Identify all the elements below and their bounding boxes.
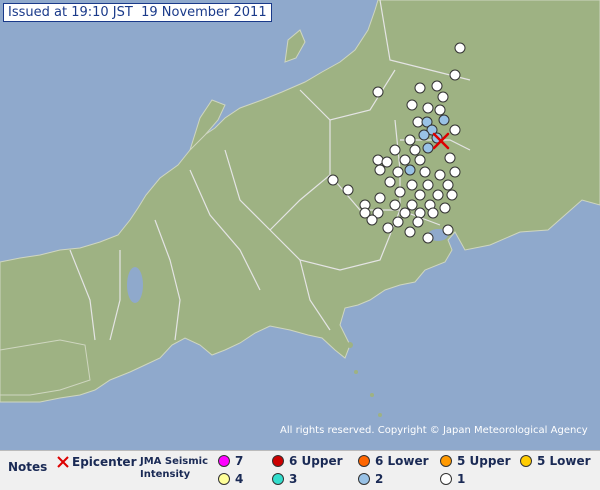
- issued-timestamp: Issued at 19:10 JST 19 November 2011: [3, 3, 272, 22]
- legend-label-5: 5 Lower: [537, 454, 591, 468]
- legend-swatch-2: [272, 455, 284, 467]
- legend-label-7: 3: [289, 472, 298, 486]
- legend-swatch-7: [272, 473, 284, 485]
- legend-label-4: 5 Upper: [457, 454, 511, 468]
- epicenter-icon: [57, 456, 69, 468]
- legend-swatch-4: [440, 455, 452, 467]
- legend-swatch-3: [358, 455, 370, 467]
- intensity-title-line2: Intensity: [140, 469, 191, 480]
- legend-swatch-8: [358, 473, 370, 485]
- legend-swatch-9: [440, 473, 452, 485]
- legend-swatch-6: [218, 473, 230, 485]
- legend-label-2: 6 Upper: [289, 454, 343, 468]
- intensity-title-line1: JMA Seismic: [140, 456, 209, 467]
- epicenter-label: Epicenter: [72, 455, 137, 469]
- legend-label-3: 6 Lower: [375, 454, 429, 468]
- legend-swatch-5: [520, 455, 532, 467]
- notes-label: Notes: [8, 460, 48, 474]
- legend-label-8: 2: [375, 472, 384, 486]
- legend-swatch-1: [218, 455, 230, 467]
- legend-label-9: 1: [457, 472, 466, 486]
- legend-label-1: 7: [235, 454, 244, 468]
- legend-label-6: 4: [235, 472, 244, 486]
- copyright-notice: All rights reserved. Copyright © Japan M…: [280, 425, 588, 436]
- seismic-intensity-map: [0, 0, 600, 450]
